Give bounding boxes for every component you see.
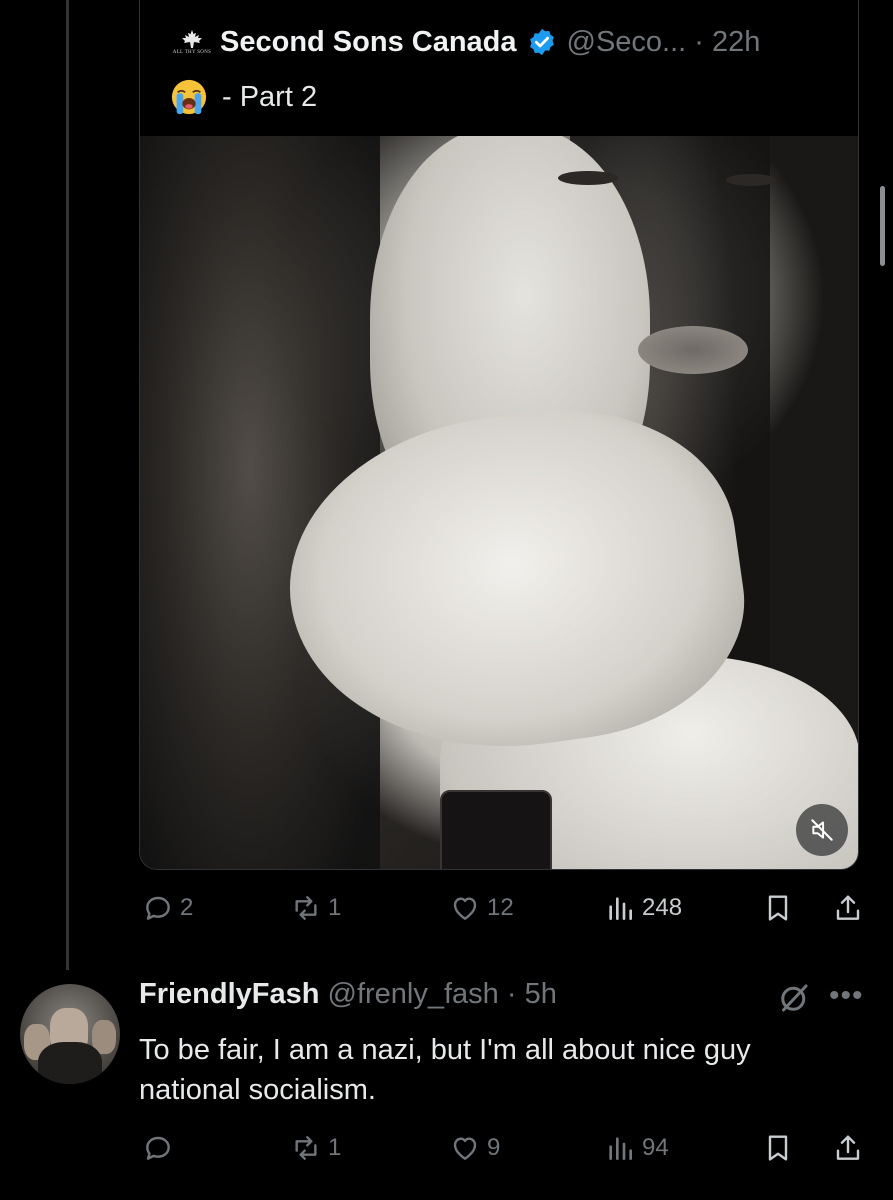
repost-icon [295, 1136, 317, 1160]
video-frame-microphone [440, 790, 552, 869]
quoted-post-text: - Part 2 [222, 80, 318, 113]
video-frame-lips [638, 326, 748, 374]
reply-like-count: 9 [487, 1134, 501, 1161]
quoted-reply-button[interactable]: 2 [142, 892, 193, 924]
quoted-bookmark-button[interactable] [762, 892, 794, 924]
heart-icon [453, 897, 477, 920]
scrollbar[interactable] [880, 186, 885, 266]
reply-icon [146, 896, 170, 920]
loudly-crying-face-icon [171, 79, 207, 115]
quoted-post-handle-time[interactable]: @Seco... · 22h [567, 26, 761, 59]
quoted-repost-button[interactable]: 1 [290, 892, 341, 924]
reply-view-count: 94 [642, 1134, 669, 1161]
heart-icon [453, 1137, 477, 1160]
reply-author-avatar[interactable] [20, 984, 120, 1084]
quoted-post-header: ALL THY SONS Second Sons Canada @Seco...… [172, 22, 761, 62]
quoted-like-count: 12 [487, 894, 514, 921]
reply-repost-count: 1 [328, 1134, 342, 1161]
reply-author-handle-time[interactable]: @frenly_fash · 5h [328, 978, 557, 1011]
reply-reply-button[interactable] [142, 1132, 180, 1164]
avatar-caption: ALL THY SONS [172, 50, 212, 55]
bookmark-icon [768, 1135, 788, 1161]
bookmark-icon [768, 895, 788, 921]
video-frame-eye-left [558, 171, 618, 185]
mute-toggle-button[interactable] [796, 804, 848, 856]
thread-connector-line [66, 0, 69, 970]
share-icon [836, 1135, 860, 1160]
reply-repost-button[interactable]: 1 [290, 1132, 341, 1164]
avatar-figure-body [38, 1042, 102, 1084]
reply-bookmark-button[interactable] [762, 1132, 794, 1164]
views-chart-icon [609, 897, 632, 920]
quoted-reply-count: 2 [180, 894, 194, 921]
share-icon [836, 895, 860, 920]
more-icon[interactable]: ••• [829, 981, 865, 1011]
views-chart-icon [609, 1137, 632, 1160]
grok-icon[interactable] [776, 980, 812, 1016]
quoted-like-button[interactable]: 12 [449, 892, 514, 924]
reply-icon [146, 1136, 170, 1160]
quoted-view-count: 248 [642, 894, 683, 921]
video-player[interactable] [140, 136, 858, 869]
reply-post-text: To be fair, I am a nazi, but I'm all abo… [139, 1034, 751, 1106]
quoted-repost-count: 1 [328, 894, 342, 921]
quoted-post-text-row: - Part 2 [170, 78, 317, 116]
quoted-post-card[interactable]: ALL THY SONS Second Sons Canada @Seco...… [139, 0, 859, 870]
reply-share-button[interactable] [832, 1132, 864, 1164]
verified-badge-icon[interactable] [527, 27, 557, 57]
reply-author-name[interactable]: FriendlyFash [139, 978, 320, 1011]
quoted-post-avatar[interactable]: ALL THY SONS [172, 24, 212, 60]
quoted-post-display-name[interactable]: Second Sons Canada [220, 26, 517, 59]
mute-icon [811, 819, 833, 841]
reply-views-button[interactable]: 94 [604, 1132, 669, 1164]
video-frame-eye-right [726, 174, 776, 186]
quoted-views-button[interactable]: 248 [604, 892, 682, 924]
reply-post-header: FriendlyFash @frenly_fash · 5h [139, 978, 557, 1011]
maple-leaf-icon [182, 30, 202, 48]
quoted-share-button[interactable] [832, 892, 864, 924]
repost-icon [295, 896, 317, 920]
reply-like-button[interactable]: 9 [449, 1132, 500, 1164]
